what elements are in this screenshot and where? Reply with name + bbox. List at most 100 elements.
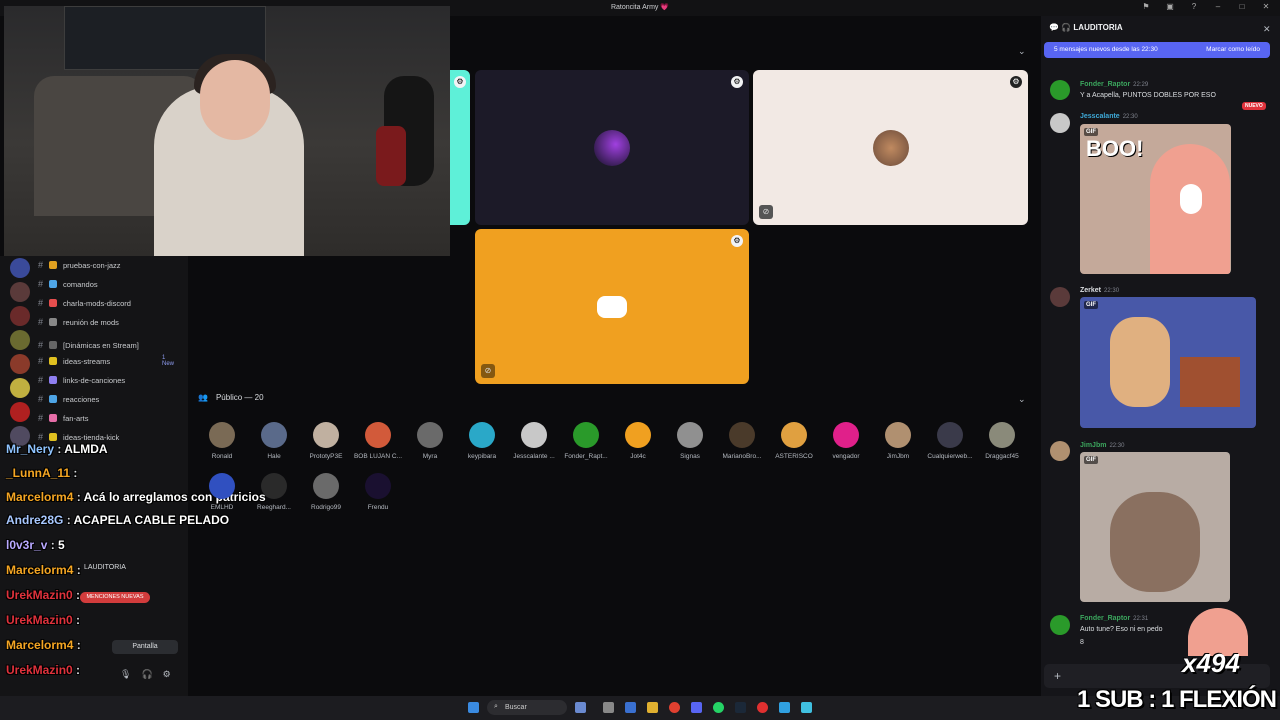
help-icon[interactable]: ? bbox=[1188, 2, 1200, 11]
audience-member[interactable]: vengador bbox=[821, 422, 871, 460]
audience-member[interactable]: Rodrigo99 bbox=[301, 473, 351, 511]
avatar[interactable] bbox=[1050, 113, 1070, 133]
audience-member[interactable]: Signas bbox=[665, 422, 715, 460]
audience-member[interactable]: Hale bbox=[249, 422, 299, 460]
muted-mic-icon: ⊘ bbox=[481, 364, 495, 378]
audience-member[interactable]: BOB LUJAN C... bbox=[353, 422, 403, 460]
audience-member[interactable]: Jot4c bbox=[613, 422, 663, 460]
avatar bbox=[313, 422, 339, 448]
mark-read-button[interactable]: Marcar como leído bbox=[1206, 46, 1260, 53]
audience-member[interactable]: PrototyP3E bbox=[301, 422, 351, 460]
audience-member[interactable]: JimJbm bbox=[873, 422, 923, 460]
channel-item[interactable]: # [Dinámicas en Stream] bbox=[38, 337, 139, 353]
channel-item[interactable]: # ideas-streams 1 New bbox=[38, 353, 174, 369]
app-icon[interactable] bbox=[779, 702, 790, 713]
mentions-badge[interactable]: MENCIONES NUEVAS bbox=[80, 592, 150, 603]
avatar bbox=[521, 422, 547, 448]
channel-item[interactable]: # reacciones bbox=[38, 391, 99, 407]
avatar[interactable] bbox=[1050, 441, 1070, 461]
tile-settings-icon[interactable]: ⚙ bbox=[731, 235, 743, 247]
search-icon: ⌕ bbox=[494, 703, 498, 710]
server-icon[interactable] bbox=[10, 282, 30, 302]
avatar[interactable] bbox=[1050, 615, 1070, 635]
audience-member[interactable]: Fonder_Rapt... bbox=[561, 422, 611, 460]
windows-start-icon[interactable] bbox=[468, 702, 479, 713]
video-tile[interactable]: ⚙ ⊘ bbox=[475, 229, 749, 384]
close-icon[interactable]: ✕ bbox=[1260, 2, 1272, 11]
tile-settings-icon[interactable]: ⚙ bbox=[1010, 76, 1022, 88]
server-icon[interactable] bbox=[10, 354, 30, 374]
video-tile[interactable]: ⚙ ⊘ bbox=[753, 70, 1028, 225]
channel-item[interactable]: # links-de-canciones bbox=[38, 372, 125, 388]
patrick-eye bbox=[1180, 184, 1202, 214]
tile-settings-icon[interactable]: ⚙ bbox=[731, 76, 743, 88]
channel-item[interactable]: # comandos bbox=[38, 276, 98, 292]
message-author[interactable]: Fonder_Raptor 22:29 bbox=[1080, 81, 1148, 88]
channel-label: pruebas-con-jazz bbox=[63, 260, 121, 270]
screen-icon[interactable]: ▣ bbox=[1164, 2, 1176, 11]
video-tile-partial[interactable]: ⚙ bbox=[450, 70, 470, 225]
steam-icon[interactable] bbox=[735, 702, 746, 713]
avatar[interactable] bbox=[1050, 80, 1070, 100]
channel-item[interactable]: # charla-mods-discord bbox=[38, 295, 131, 311]
gif-crying-cat[interactable]: GIF bbox=[1080, 452, 1230, 602]
discord-icon[interactable] bbox=[691, 702, 702, 713]
chat-separator: : bbox=[70, 466, 78, 480]
add-attachment-icon[interactable]: + bbox=[1054, 669, 1061, 683]
widgets-icon[interactable] bbox=[575, 702, 586, 713]
microphone-icon[interactable]: 🎙 bbox=[120, 669, 131, 680]
pin-icon[interactable]: ⚑ bbox=[1140, 2, 1152, 11]
server-icon[interactable] bbox=[10, 330, 30, 350]
audience-member[interactable]: Jesscalante ... bbox=[509, 422, 559, 460]
copilot-icon[interactable] bbox=[625, 702, 636, 713]
obs-icon[interactable] bbox=[757, 702, 768, 713]
file-explorer-icon[interactable] bbox=[647, 702, 658, 713]
channel-item[interactable]: # pruebas-con-jazz bbox=[38, 257, 121, 273]
audience-member[interactable]: Reeghard... bbox=[249, 473, 299, 511]
audience-member[interactable]: keypibara bbox=[457, 422, 507, 460]
server-icon[interactable] bbox=[10, 378, 30, 398]
voice-channel-name[interactable]: LAUDITORIA bbox=[84, 564, 126, 571]
avatar bbox=[573, 422, 599, 448]
audience-member[interactable]: ASTERISCO bbox=[769, 422, 819, 460]
whatsapp-icon[interactable] bbox=[713, 702, 724, 713]
message-author[interactable]: Fonder_Raptor 22:31 bbox=[1080, 615, 1148, 622]
message-author[interactable]: Jesscalante 22:30 bbox=[1080, 113, 1138, 120]
audience-member[interactable]: Myra bbox=[405, 422, 455, 460]
headphones-icon[interactable]: 🎧 bbox=[141, 669, 152, 680]
task-view-icon[interactable] bbox=[603, 702, 614, 713]
maximize-icon[interactable]: □ bbox=[1236, 2, 1248, 11]
audience-member[interactable]: MarianoBro... bbox=[717, 422, 767, 460]
audience-chevron-icon[interactable]: ⌄ bbox=[1018, 394, 1026, 405]
server-icon[interactable] bbox=[10, 402, 30, 422]
new-messages-banner[interactable]: 5 mensajes nuevos desde las 22:30 Marcar… bbox=[1044, 42, 1270, 58]
audience-member[interactable]: Ronald bbox=[197, 422, 247, 460]
avatar[interactable] bbox=[1050, 287, 1070, 307]
video-tile[interactable]: ⚙ bbox=[475, 70, 749, 225]
message-author[interactable]: JimJbm 22:30 bbox=[1080, 442, 1124, 449]
chrome-icon[interactable] bbox=[669, 702, 680, 713]
server-icon[interactable] bbox=[10, 258, 30, 278]
audience-member[interactable]: Frendu bbox=[353, 473, 403, 511]
audience-member[interactable]: EMLHD bbox=[197, 473, 247, 511]
chat-username: l0v3r_v bbox=[6, 538, 48, 552]
app-icon[interactable] bbox=[801, 702, 812, 713]
message-author[interactable]: Zerket 22:30 bbox=[1080, 287, 1119, 294]
channel-item[interactable]: # fan-arts bbox=[38, 410, 88, 426]
chat-separator: : bbox=[47, 538, 59, 552]
taskbar-search[interactable]: ⌕ Buscar bbox=[487, 700, 567, 715]
server-icon[interactable] bbox=[10, 306, 30, 326]
tile-settings-icon[interactable]: ⚙ bbox=[454, 76, 466, 88]
audience-name: Reeghard... bbox=[257, 504, 291, 511]
gif-patrick-boo[interactable]: GIF BOO! bbox=[1080, 124, 1231, 274]
channel-item[interactable]: # reunión de mods bbox=[38, 314, 119, 330]
audience-member[interactable]: Draggacf45 bbox=[977, 422, 1027, 460]
screen-share-button[interactable]: Pantalla bbox=[112, 640, 178, 654]
settings-icon[interactable]: ⚙ bbox=[163, 669, 171, 680]
close-chat-icon[interactable]: ✕ bbox=[1263, 24, 1271, 35]
audience-member[interactable]: Cualquierweb... bbox=[925, 422, 975, 460]
collapse-chevron-icon[interactable]: ⌄ bbox=[1018, 46, 1026, 57]
minimize-icon[interactable]: – bbox=[1212, 2, 1224, 11]
gif-cartoon[interactable]: GIF bbox=[1080, 297, 1256, 428]
gif-label: GIF bbox=[1084, 301, 1098, 309]
